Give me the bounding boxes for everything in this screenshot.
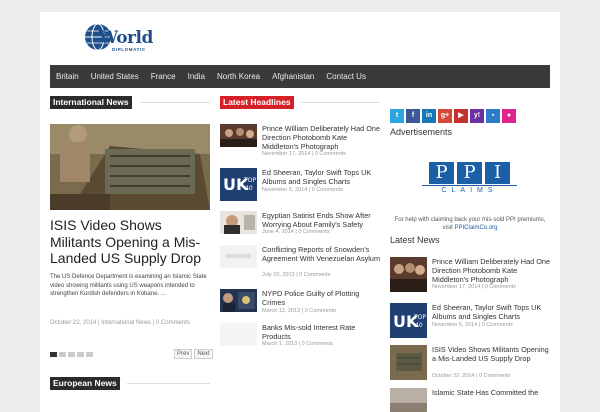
headline-title[interactable]: Conflicting Reports of Snowden's Agreeme… [262, 245, 384, 263]
logo-subtitle: DIPLOMATIC [112, 47, 146, 52]
headline-title[interactable]: NYPD Police Guilty of Plotting Crimes [262, 289, 384, 307]
slider-dots [50, 352, 93, 357]
prev-button[interactable]: Prev [174, 349, 193, 359]
section-divider [140, 102, 210, 103]
featured-category-link[interactable]: International News [101, 320, 151, 326]
delicious-icon[interactable]: ▪ [486, 109, 500, 123]
headline-title[interactable]: Prince William Deliberately Had One Dire… [262, 124, 384, 151]
nav-item-britain[interactable]: Britain [50, 65, 85, 88]
list-item[interactable]: Prince William Deliberately Had One Dire… [220, 124, 380, 164]
latest-title[interactable]: Islamic State Has Committed the [432, 388, 554, 397]
featured-image[interactable] [50, 124, 210, 210]
section-divider [301, 102, 380, 103]
thumbnail[interactable] [390, 345, 427, 380]
thumbnail[interactable] [220, 323, 257, 346]
headline-meta: July 10, 2013 | 0 Comments [262, 272, 331, 278]
list-item[interactable]: ISIS Video Shows Militants Opening a Mis… [390, 345, 555, 385]
section-title-latest-headlines[interactable]: Latest Headlines [220, 96, 294, 109]
nav-item-india[interactable]: India [182, 65, 211, 88]
svg-text:40: 40 [415, 322, 423, 329]
facebook-icon[interactable]: f [406, 109, 420, 123]
thumbnail[interactable] [390, 257, 427, 292]
list-item[interactable]: Prince William Deliberately Had One Dire… [390, 257, 555, 297]
main-nav: Britain United States France India North… [50, 65, 550, 88]
slider-pager: Prev Next [174, 349, 213, 359]
section-title-international[interactable]: International News [50, 96, 132, 109]
google-plus-icon[interactable]: g+ [438, 109, 452, 123]
latest-title[interactable]: Ed Sheeran, Taylor Swift Tops UK Albums … [432, 303, 554, 321]
nav-item-contact-us[interactable]: Contact Us [320, 65, 372, 88]
latest-title[interactable]: ISIS Video Shows Militants Opening a Mis… [432, 345, 554, 363]
thumbnail[interactable]: UK TOP 40 [220, 168, 257, 201]
slider-dot[interactable] [86, 352, 93, 357]
headline-meta: March 12, 2013 | 0 Comments [262, 308, 336, 314]
thumbnail[interactable] [220, 289, 257, 312]
flickr-icon[interactable]: ● [502, 109, 516, 123]
latest-title[interactable]: Prince William Deliberately Had One Dire… [432, 257, 554, 284]
featured-date: October 22, 2014 [50, 320, 97, 326]
social-icons: t f in g+ ▶ y! ▪ ● [390, 109, 516, 123]
thumbnail[interactable] [220, 245, 257, 268]
list-item[interactable]: UK TOP 40 Ed Sheeran, Taylor Swift Tops UK… [390, 303, 555, 343]
twitter-icon[interactable]: t [390, 109, 404, 123]
ppi-link[interactable]: PPIClaimCo.org [455, 225, 498, 231]
slider-dot[interactable] [59, 352, 66, 357]
slider-dot[interactable] [50, 352, 57, 357]
yahoo-icon[interactable]: y! [470, 109, 484, 123]
headline-meta: November 5, 2014 | 0 Comments [262, 187, 343, 193]
next-button[interactable]: Next [194, 349, 213, 359]
ppi-logo: P P I [422, 162, 517, 184]
list-item[interactable]: UK TOP 40 Ed Sheeran, Taylor Swift Tops UK… [220, 168, 380, 208]
featured-comments-link[interactable]: 0 Comments [156, 320, 190, 326]
youtube-icon[interactable]: ▶ [454, 109, 468, 123]
thumbnail[interactable] [220, 211, 257, 234]
latest-meta: November 17, 2014 | 0 Comments [432, 284, 516, 290]
nav-item-north-korea[interactable]: North Korea [211, 65, 266, 88]
site-logo[interactable]: World DIPLOMATIC [83, 22, 193, 64]
svg-text:TOP: TOP [243, 177, 256, 184]
headline-title[interactable]: Ed Sheeran, Taylor Swift Tops UK Albums … [262, 168, 384, 186]
headline-title[interactable]: Banks Mis-sold Interest Rate Products [262, 323, 384, 341]
ppi-claims-ad[interactable]: P P I CLAIMS [422, 162, 517, 202]
ads-title: Advertisements [390, 127, 453, 137]
svg-text:40: 40 [245, 185, 253, 192]
page: World DIPLOMATIC Britain United States F… [40, 12, 560, 412]
headline-meta: June 4, 2014 | 0 Comments [262, 229, 330, 235]
ppi-claims-word: CLAIMS [441, 187, 498, 194]
headline-meta: November 17, 2014 | 0 Comments [262, 151, 346, 157]
linkedin-icon[interactable]: in [422, 109, 436, 123]
svg-text:TOP: TOP [413, 314, 426, 321]
latest-meta: October 22, 2014 | 0 Comments [432, 373, 511, 379]
logo-word: World [99, 28, 153, 48]
slider-dot[interactable] [77, 352, 84, 357]
thumbnail[interactable] [220, 124, 257, 147]
nav-item-afghanistan[interactable]: Afghanistan [266, 65, 320, 88]
section-divider [127, 383, 210, 384]
divider [422, 185, 517, 186]
thumbnail[interactable]: UK TOP 40 [390, 303, 427, 338]
list-item[interactable]: Islamic State Has Committed the [390, 388, 555, 412]
featured-headline[interactable]: ISIS Video Shows Militants Opening a Mis… [50, 217, 215, 267]
list-item[interactable]: Banks Mis-sold Interest Rate Products Ma… [220, 323, 380, 363]
thumbnail[interactable] [390, 388, 427, 412]
featured-excerpt: The US Defence Department is examining a… [50, 274, 207, 297]
ad-text: For help with claiming back your mis-sol… [394, 217, 546, 231]
nav-item-france[interactable]: France [145, 65, 182, 88]
section-title-european[interactable]: European News [50, 377, 120, 390]
latest-meta: November 5, 2014 | 0 Comments [432, 322, 513, 328]
list-item[interactable]: Conflicting Reports of Snowden's Agreeme… [220, 245, 380, 285]
nav-item-united-states[interactable]: United States [85, 65, 145, 88]
latest-news-title: Latest News [390, 235, 440, 245]
headline-meta: March 1, 2013 | 0 Comments [262, 341, 333, 347]
headline-title[interactable]: Egyptian Satirist Ends Show After Worryi… [262, 211, 384, 229]
slider-dot[interactable] [68, 352, 75, 357]
featured-meta: October 22, 2014 | International News | … [50, 320, 190, 326]
